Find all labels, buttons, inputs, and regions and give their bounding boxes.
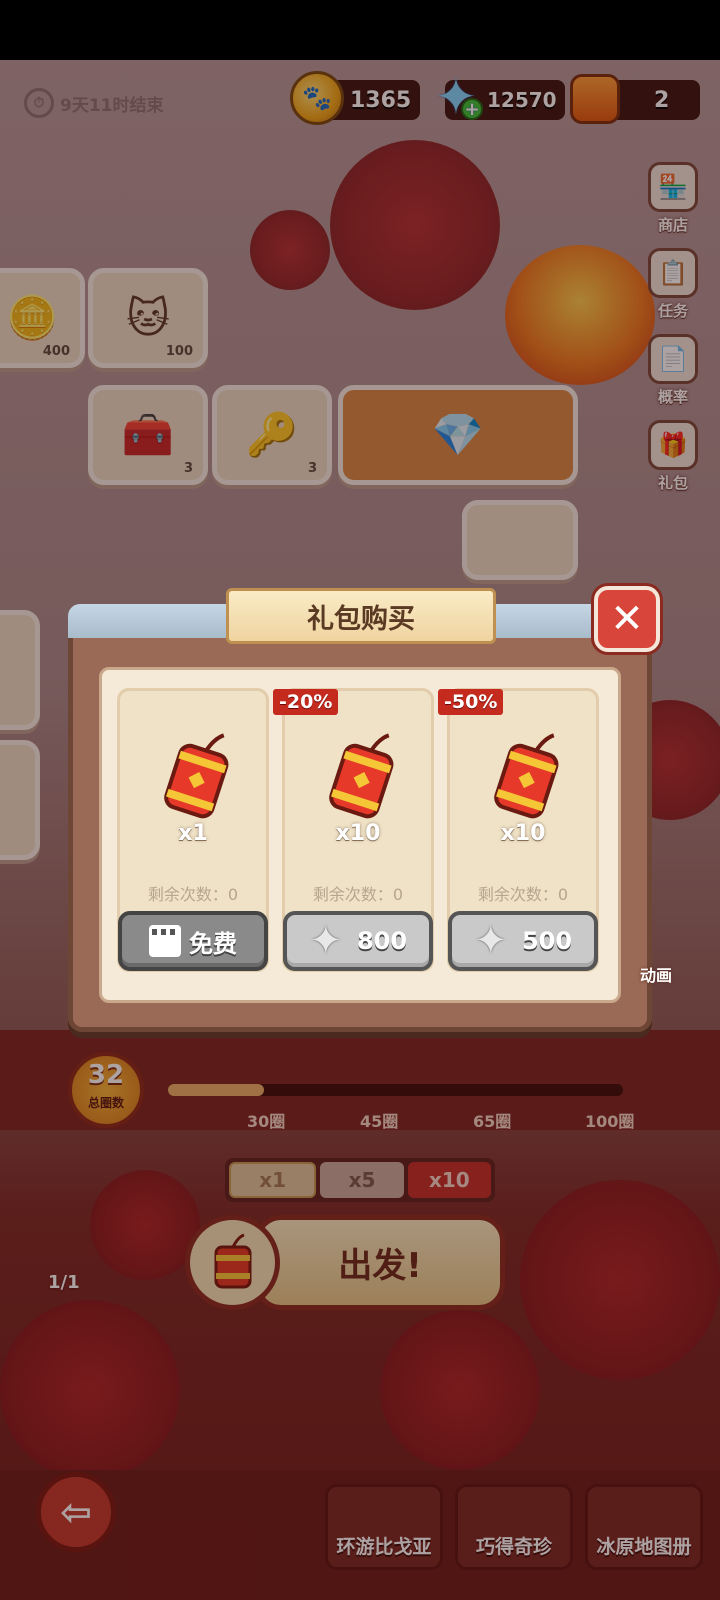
tile-count: 100 [165,344,193,359]
video-clapper-icon [149,925,181,957]
star-icon: ✦ + [431,68,483,126]
buy-button-800[interactable]: ✦ 800 [283,911,433,971]
multiplier-x10[interactable]: x10 [407,1162,491,1198]
milestone-label: 30圈 [247,1112,286,1131]
nav-label: 环游比戈亚 [336,1536,432,1558]
board-tile: 🐱 100 [88,268,208,368]
animation-toggle-label[interactable]: 动画 [640,962,672,986]
gift-card: -20% x10 剩余次数：0 ✦ 800 [273,688,434,972]
board-tile: 🧰 3 [88,385,208,485]
board-tile [0,610,40,730]
multiplier-x1[interactable]: x1 [229,1162,317,1198]
task-icon: 📋 [648,248,698,298]
side-item-tasks[interactable]: 📋 任务 [638,248,708,334]
star-counter[interactable]: ✦ + 12570 [435,68,565,126]
nav-tour-button[interactable]: 环游比戈亚 [325,1484,443,1570]
shop-icon: 🏪 [648,162,698,212]
jar-value: 2 [654,87,670,113]
back-arrow-icon: ⇦ [60,1490,92,1534]
buy-button-label: 500 [521,927,573,955]
star-gem-icon: ✦ [308,918,343,964]
tile-count: 3 [307,461,317,476]
key-tile-icon: 🔑 [245,410,299,459]
star-value: 12570 [487,88,557,112]
side-menu: 🏪 商店 📋 任务 📄 概率 🎁 礼包 [638,162,708,506]
nav-treasure-button[interactable]: 巧得奇珍 [455,1484,573,1570]
nav-label: 巧得奇珍 [475,1536,552,1558]
nav-map-album-button[interactable]: 冰原地图册 [585,1484,703,1570]
total-laps-label: 总圈数 [87,1096,124,1110]
gift-pack-icon: 🎁 [648,420,698,470]
chest-tile-icon: 🧰 [121,410,175,459]
total-laps-count: 32 [87,1060,125,1090]
board-tile: 💎 [338,385,578,485]
remaining-count: 剩余次数：0 [147,885,239,904]
side-item-label: 任务 [657,302,688,320]
lantern-decoration [505,245,655,385]
buy-button-500[interactable]: ✦ 500 [448,911,598,971]
lap-progress-bar [168,1084,623,1096]
board-tile [462,500,578,580]
event-timer: ⏱ 9天11时结束 [24,88,164,118]
go-control: 出发! [185,1215,535,1310]
go-button[interactable]: 出发! [255,1215,505,1310]
close-icon: ✕ [610,596,644,642]
lap-progress-fill [168,1084,264,1096]
status-bar [0,0,720,60]
firecracker-icon [494,733,559,819]
star-gem-icon: ✦ [473,918,508,964]
side-item-gift-pack[interactable]: 🎁 礼包 [638,420,708,506]
add-icon[interactable]: + [461,98,483,120]
buy-button-label: 免费 [189,929,237,958]
crystal-tile-icon: 💎 [431,410,485,459]
side-item-label: 商店 [657,216,688,234]
tile-count: 3 [183,461,193,476]
side-item-label: 礼包 [657,474,688,492]
total-laps-badge: 32 总圈数 [68,1052,144,1128]
free-claim-button[interactable]: 免费 [118,911,268,971]
back-button[interactable]: ⇦ [36,1472,116,1552]
milestone-label: 100圈 [585,1112,635,1131]
coin-counter[interactable]: 🐾 1365 [290,71,420,125]
side-item-probability[interactable]: 📄 概率 [638,334,708,420]
board-tile [0,740,40,860]
probability-icon: 📄 [648,334,698,384]
event-timer-text: 9天11时结束 [60,95,164,116]
milestone-label: 65圈 [473,1112,512,1131]
close-button[interactable]: ✕ [594,586,660,652]
coin-tile-icon: 🪙 [6,293,59,342]
remaining-count: 剩余次数：0 [477,885,569,904]
board-tile: 🪙 400 [0,268,85,368]
buy-button-label: 800 [356,927,408,955]
remaining-count: 剩余次数：0 [312,885,404,904]
nav-label: 冰原地图册 [596,1536,692,1558]
firecracker-icon [329,733,394,819]
discount-badge: -20% [273,689,339,715]
honey-jar-icon [570,74,620,124]
milestone-label: 45圈 [360,1112,399,1131]
gift-quantity: x10 [335,821,381,846]
multiplier-selector: x1 x5 x10 [225,1158,495,1202]
firecracker-icon [164,733,229,819]
gift-quantity: x10 [500,821,546,846]
side-item-label: 概率 [657,388,688,406]
gift-quantity: x1 [178,821,208,846]
cat-tile-icon: 🐱 [126,293,170,343]
multiplier-x5[interactable]: x5 [320,1162,404,1198]
gift-card: x1 剩余次数：0 免费 [117,688,269,972]
firecracker-icon [185,1215,280,1310]
jar-counter[interactable]: 2 [570,74,700,124]
coin-value: 1365 [350,87,412,113]
tile-count: 400 [42,344,70,359]
modal-title: 礼包购买 [226,588,496,644]
discount-badge: -50% [438,689,504,715]
go-count: 1/1 [48,1272,80,1293]
clock-icon: ⏱ [24,88,54,118]
gift-card: -50% x10 剩余次数：0 ✦ 500 [438,688,599,972]
side-item-shop[interactable]: 🏪 商店 [638,162,708,248]
coin-icon: 🐾 [290,71,344,125]
board-tile: 🔑 3 [212,385,332,485]
